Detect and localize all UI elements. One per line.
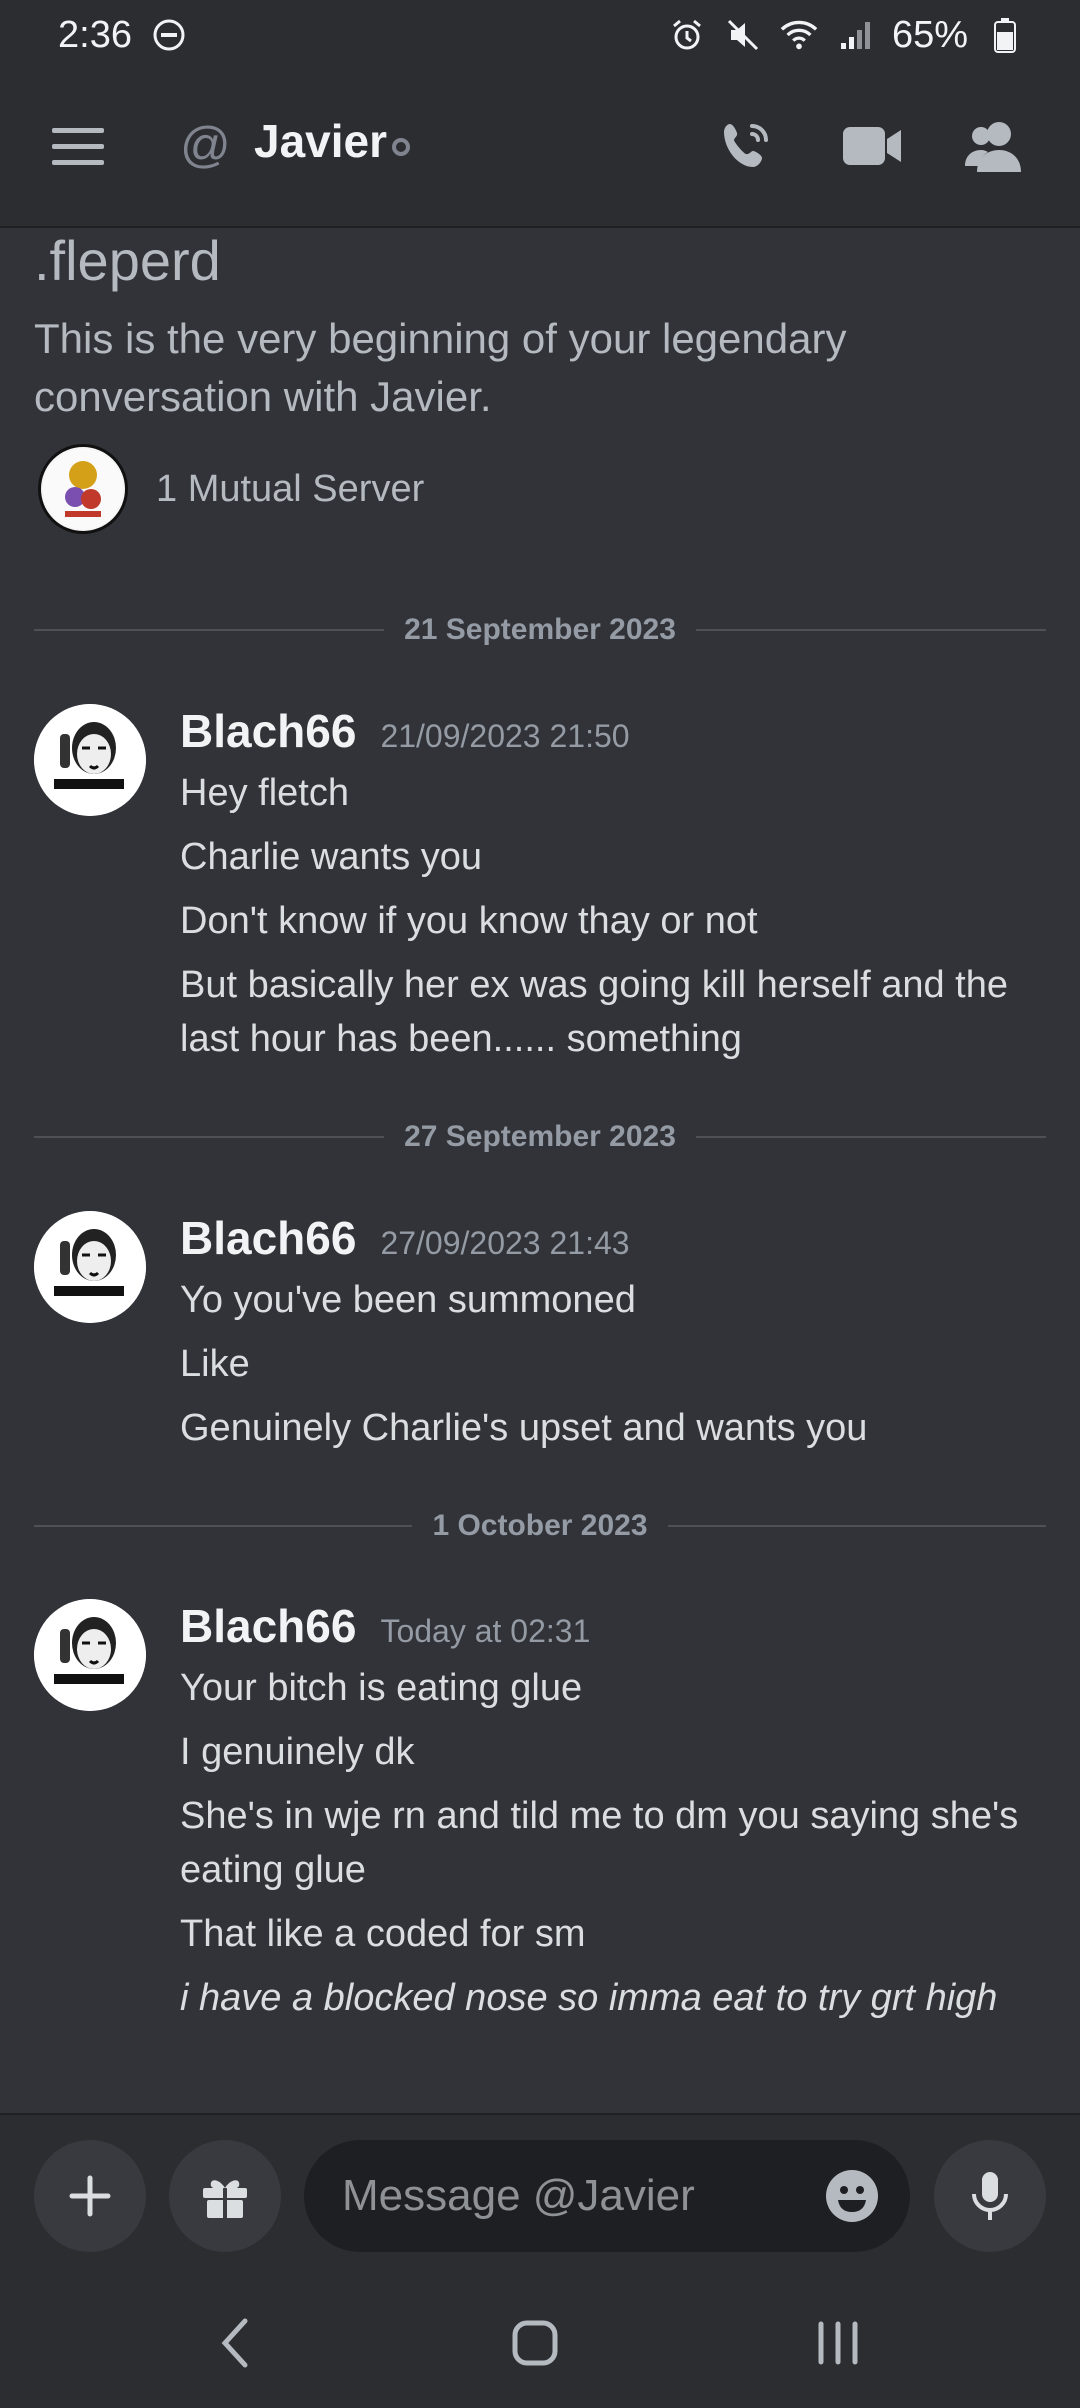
- mutual-servers-label: 1 Mutual Server: [156, 467, 425, 510]
- avatar[interactable]: [34, 1599, 146, 1711]
- video-camera-icon[interactable]: [840, 114, 904, 178]
- message-text[interactable]: Don't know if you know thay or not: [180, 894, 1046, 948]
- message-timestamp: 27/09/2023 21:43: [380, 1225, 630, 1261]
- date-divider: 27 September 2023: [34, 1117, 1046, 1157]
- message-text[interactable]: Like: [180, 1337, 1046, 1391]
- message-group: Blach66 Today at 02:31 Your bitch is eat…: [34, 1599, 1046, 2059]
- message-text[interactable]: Genuinely Charlie's upset and wants you: [180, 1401, 1046, 1455]
- message-composer: [0, 2113, 1080, 2278]
- wifi-icon: [780, 16, 818, 54]
- message-text[interactable]: But basically her ex was going kill hers…: [180, 958, 1046, 1066]
- message-input[interactable]: [340, 2170, 784, 2222]
- date-divider-label: 1 October 2023: [432, 1509, 648, 1542]
- message-input-container: [304, 2140, 910, 2252]
- message-text[interactable]: I genuinely dk: [180, 1725, 1046, 1779]
- battery-percent: 65%: [891, 13, 968, 56]
- message-text[interactable]: She's in wje rn and tild me to dm you sa…: [180, 1789, 1046, 1897]
- avatar[interactable]: [34, 1211, 146, 1323]
- message-group: Blach66 27/09/2023 21:43 Yo you've been …: [34, 1211, 1046, 1471]
- channel-header: @ Javier: [0, 70, 1080, 228]
- alarm-icon: [668, 16, 706, 54]
- message-text[interactable]: That like a coded for sm: [180, 1907, 1046, 1961]
- phone-call-icon[interactable]: [714, 114, 778, 178]
- message-text[interactable]: Charlie wants you: [180, 830, 1046, 884]
- message-timestamp: Today at 02:31: [380, 1613, 591, 1649]
- user-profile-icon[interactable]: [962, 114, 1026, 178]
- at-icon: @: [180, 117, 231, 173]
- author-name[interactable]: Blach66: [180, 1599, 356, 1653]
- message-header: Blach66 Today at 02:31: [180, 1599, 590, 1653]
- dm-screen: 2:36 65% @ Javier .fleperd This is the v…: [0, 0, 1080, 2408]
- server-icon: [38, 444, 128, 534]
- status-bar: 2:36 65%: [0, 0, 1080, 70]
- message-group: Blach66 21/09/2023 21:50 Hey fletch Char…: [34, 704, 1046, 1074]
- home-icon[interactable]: [495, 2308, 575, 2378]
- message-text[interactable]: Hey fletch: [180, 766, 1046, 820]
- microphone-icon[interactable]: [934, 2140, 1046, 2252]
- back-icon[interactable]: [195, 2308, 275, 2378]
- message-header: Blach66 27/09/2023 21:43: [180, 1211, 630, 1265]
- message-text[interactable]: Yo you've been summoned: [180, 1273, 1046, 1327]
- dm-recipient-name[interactable]: Javier: [254, 114, 387, 168]
- hamburger-icon[interactable]: [48, 120, 110, 172]
- recent-apps-icon[interactable]: [798, 2308, 878, 2378]
- gift-icon[interactable]: [169, 2140, 281, 2252]
- date-divider-label: 21 September 2023: [404, 613, 676, 646]
- mutual-servers-row[interactable]: 1 Mutual Server: [38, 444, 424, 534]
- conversation-intro-text: This is the very beginning of your legen…: [34, 315, 847, 420]
- do-not-disturb-icon: [150, 16, 188, 54]
- date-divider: 21 September 2023: [34, 610, 1046, 650]
- date-divider: 1 October 2023: [34, 1506, 1046, 1546]
- emoji-icon[interactable]: [824, 2168, 880, 2224]
- recipient-handle: .fleperd: [34, 229, 221, 292]
- avatar[interactable]: [34, 704, 146, 816]
- offline-status-icon: [392, 138, 410, 156]
- battery-icon: [986, 16, 1024, 54]
- message-header: Blach66 21/09/2023 21:50: [180, 704, 630, 758]
- message-text[interactable]: i have a blocked nose so imma eat to try…: [180, 1971, 1046, 2025]
- message-timestamp: 21/09/2023 21:50: [380, 718, 630, 754]
- date-divider-label: 27 September 2023: [404, 1120, 676, 1153]
- author-name[interactable]: Blach66: [180, 704, 356, 758]
- message-list[interactable]: .fleperd This is the very beginning of y…: [0, 228, 1080, 2113]
- system-navigation-bar: [0, 2278, 1080, 2408]
- author-name[interactable]: Blach66: [180, 1211, 356, 1265]
- status-time: 2:36: [58, 13, 132, 56]
- signal-icon: [836, 16, 874, 54]
- plus-icon[interactable]: [34, 2140, 146, 2252]
- message-text[interactable]: Your bitch is eating glue: [180, 1661, 1046, 1715]
- mute-icon: [724, 16, 762, 54]
